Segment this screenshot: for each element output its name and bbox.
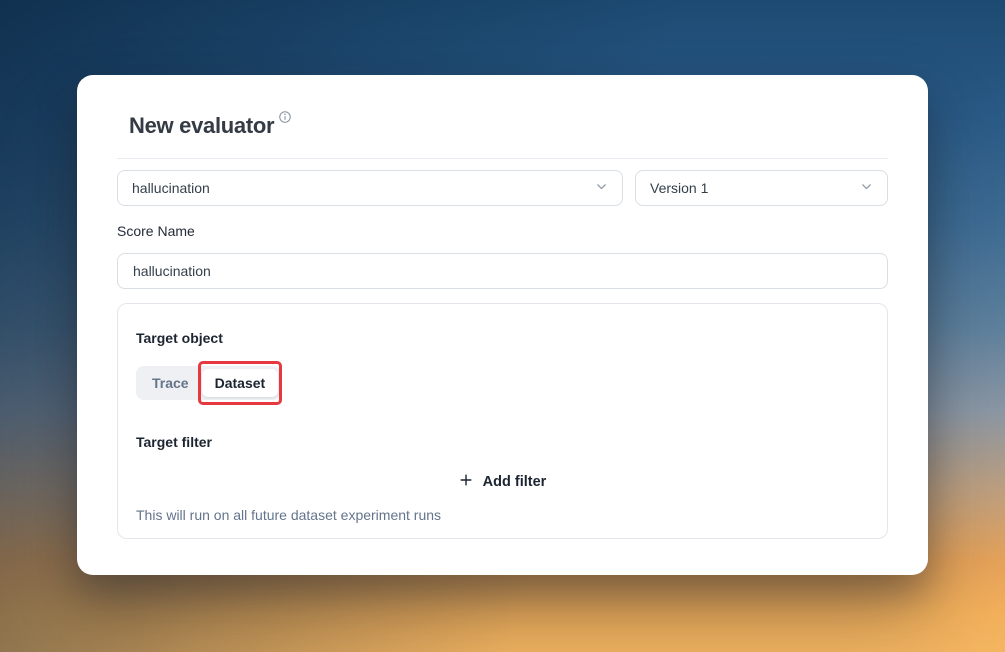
add-filter-button[interactable]: Add filter xyxy=(459,473,547,491)
evaluator-select-value: hallucination xyxy=(132,180,210,196)
version-select-value: Version 1 xyxy=(650,180,708,196)
score-name-label: Score Name xyxy=(117,223,888,239)
score-name-input[interactable] xyxy=(117,253,888,289)
page-title: New evaluator xyxy=(129,115,274,137)
new-evaluator-dialog: New evaluator hallucination Version 1 xyxy=(77,75,928,575)
target-helper-text: This will run on all future dataset expe… xyxy=(136,507,869,523)
header-divider xyxy=(117,158,888,159)
target-section: Target object Trace Dataset Target filte… xyxy=(117,303,888,539)
add-filter-label: Add filter xyxy=(483,474,547,490)
tab-dataset[interactable]: Dataset xyxy=(202,369,279,397)
plus-icon xyxy=(459,473,473,491)
chevron-down-icon xyxy=(860,180,873,196)
version-select[interactable]: Version 1 xyxy=(635,170,888,206)
tab-trace[interactable]: Trace xyxy=(139,369,202,397)
target-object-switcher: Trace Dataset xyxy=(136,366,281,400)
chevron-down-icon xyxy=(595,180,608,196)
info-icon[interactable] xyxy=(279,111,291,123)
tab-dataset-label: Dataset xyxy=(215,375,266,391)
target-filter-label: Target filter xyxy=(136,434,869,450)
dialog-header: New evaluator xyxy=(77,75,928,138)
evaluator-select[interactable]: hallucination xyxy=(117,170,623,206)
target-object-label: Target object xyxy=(136,330,869,346)
